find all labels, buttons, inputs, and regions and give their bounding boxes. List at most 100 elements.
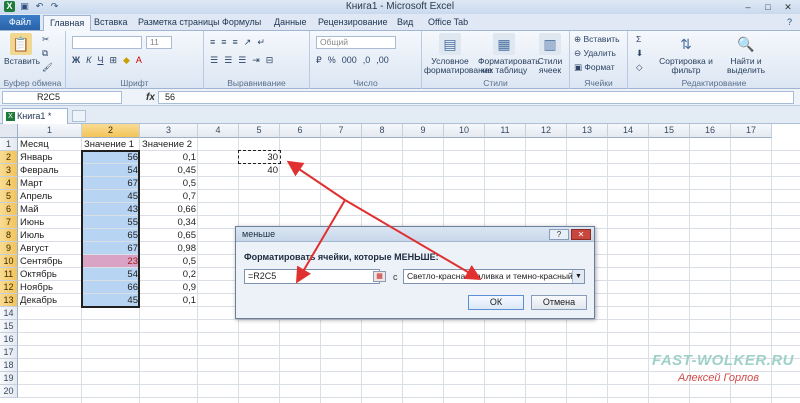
range-select-icon[interactable]: ▦ (373, 271, 386, 282)
row-header-3[interactable]: 3 (0, 164, 18, 177)
row-header-19[interactable]: 19 (0, 372, 18, 385)
row-header-13[interactable]: 13 (0, 294, 18, 307)
workbook-tab[interactable]: X Книга1 * (2, 108, 68, 124)
row-header-8[interactable]: 8 (0, 229, 18, 242)
orientation-icon[interactable]: ↗ (244, 37, 252, 48)
row-header-18[interactable]: 18 (0, 359, 18, 372)
number-format-combo[interactable]: Общий (316, 36, 396, 49)
new-tab-button[interactable] (72, 110, 86, 122)
tab-review[interactable]: Рецензирование (318, 17, 388, 27)
row-header-12[interactable]: 12 (0, 281, 18, 294)
row-header-20[interactable]: 20 (0, 385, 18, 398)
format-select[interactable]: Светло-красная заливка и темно-красный т… (403, 269, 585, 284)
month-cell[interactable]: Август (18, 242, 82, 255)
row-header-17[interactable]: 17 (0, 346, 18, 359)
merge-icon[interactable]: ⊟ (266, 55, 274, 66)
percent-icon[interactable]: % (328, 55, 336, 66)
name-box[interactable]: R2C5 (2, 91, 122, 104)
font-name-combo[interactable] (72, 36, 142, 49)
select-all-corner[interactable] (0, 124, 18, 138)
row-header-5[interactable]: 5 (0, 190, 18, 203)
tab-page-layout[interactable]: Разметка страницы (138, 17, 220, 27)
format-painter-icon[interactable]: 🖌 (42, 62, 53, 73)
tab-insert[interactable]: Вставка (94, 17, 127, 27)
month-cell[interactable]: Декабрь (18, 294, 82, 307)
cut-icon[interactable]: ✂ (42, 34, 49, 45)
align-center-icon[interactable]: ☰ (224, 55, 232, 66)
column-header-16[interactable]: 16 (690, 124, 731, 138)
row-header-14[interactable]: 14 (0, 307, 18, 320)
month-cell[interactable]: Июнь (18, 216, 82, 229)
row-header-7[interactable]: 7 (0, 216, 18, 229)
dialog-close-icon[interactable]: ✕ (571, 229, 591, 240)
month-cell[interactable]: Сентябрь (18, 255, 82, 268)
value2-cell[interactable]: 0,45 (140, 164, 198, 177)
fill-icon[interactable]: ⬇ (636, 48, 643, 59)
align-top-icon[interactable]: ≡ (210, 37, 215, 48)
currency-icon[interactable]: ₽ (316, 55, 322, 66)
clear-icon[interactable]: ◇ (636, 62, 643, 73)
column-header-1[interactable]: 1 (18, 124, 82, 138)
dialog-help-icon[interactable]: ? (549, 229, 569, 240)
format-table-button[interactable]: ▦ Форматировать как таблицу (478, 33, 540, 75)
value2-cell[interactable]: 0,9 (140, 281, 198, 294)
indent-icon[interactable]: ⇥ (252, 55, 260, 66)
chevron-down-icon[interactable]: ▼ (572, 270, 584, 283)
month-cell[interactable]: Март (18, 177, 82, 190)
row-header-16[interactable]: 16 (0, 333, 18, 346)
value2-cell[interactable]: 0,5 (140, 177, 198, 190)
delete-cells-button[interactable]: ⊖ Удалить (574, 48, 616, 59)
align-right-icon[interactable]: ☰ (238, 55, 246, 66)
tab-home[interactable]: Главная (43, 15, 92, 32)
value2-cell[interactable]: 0,1 (140, 294, 198, 307)
column-header-2[interactable]: 2 (82, 124, 140, 138)
autosum-icon[interactable]: Σ (636, 34, 641, 44)
column-header-12[interactable]: 12 (526, 124, 567, 138)
increase-decimal-icon[interactable]: ,0 (363, 55, 371, 66)
align-left-icon[interactable]: ☰ (210, 55, 218, 66)
month-cell[interactable]: Февраль (18, 164, 82, 177)
cell-styles-button[interactable]: ▥ Стили ячеек (532, 33, 568, 75)
cancel-button[interactable]: Отмена (531, 295, 587, 310)
column-header-17[interactable]: 17 (731, 124, 772, 138)
font-size-combo[interactable]: 11 (146, 36, 172, 49)
conditional-format-button[interactable]: ▤ Условное форматирование (424, 33, 492, 75)
column-header-4[interactable]: 4 (198, 124, 239, 138)
row-header-10[interactable]: 10 (0, 255, 18, 268)
column-header-7[interactable]: 7 (321, 124, 362, 138)
value2-cell[interactable]: 0,66 (140, 203, 198, 216)
month-cell[interactable]: Ноябрь (18, 281, 82, 294)
column-header-6[interactable]: 6 (280, 124, 321, 138)
value2-cell[interactable]: 0,2 (140, 268, 198, 281)
row-header-15[interactable]: 15 (0, 320, 18, 333)
ok-button[interactable]: ОК (468, 295, 524, 310)
copy-icon[interactable]: ⧉ (42, 48, 48, 59)
wrap-text-icon[interactable]: ↵ (257, 37, 265, 48)
column-header-15[interactable]: 15 (649, 124, 690, 138)
value2-cell[interactable]: 0,5 (140, 255, 198, 268)
value2-cell[interactable]: 0,65 (140, 229, 198, 242)
row-header-9[interactable]: 9 (0, 242, 18, 255)
value2-cell[interactable]: 0,98 (140, 242, 198, 255)
row-header-2[interactable]: 2 (0, 151, 18, 164)
tab-data[interactable]: Данные (274, 17, 307, 27)
formula-input[interactable]: 56 (158, 91, 794, 104)
close-icon[interactable]: ✕ (779, 1, 797, 13)
format-cells-button[interactable]: ▣ Формат (574, 62, 615, 73)
month-cell[interactable]: Апрель (18, 190, 82, 203)
thousands-icon[interactable]: 000 (342, 55, 357, 66)
column-header-3[interactable]: 3 (140, 124, 198, 138)
column-header-11[interactable]: 11 (485, 124, 526, 138)
column-header-13[interactable]: 13 (567, 124, 608, 138)
borders-icon[interactable]: ⊞ (109, 55, 117, 66)
paste-button[interactable]: 📋 Вставить (4, 33, 40, 66)
row-header-1[interactable]: 1 (0, 138, 18, 151)
help-icon[interactable]: ? (787, 17, 792, 27)
table-header-cell[interactable]: Месяц (18, 138, 82, 151)
value2-cell[interactable]: 0,1 (140, 151, 198, 164)
column-header-10[interactable]: 10 (444, 124, 485, 138)
maximize-icon[interactable]: □ (759, 1, 777, 13)
fill-color-icon[interactable]: ◆ (123, 55, 130, 66)
decrease-decimal-icon[interactable]: ,00 (376, 55, 389, 66)
column-header-14[interactable]: 14 (608, 124, 649, 138)
